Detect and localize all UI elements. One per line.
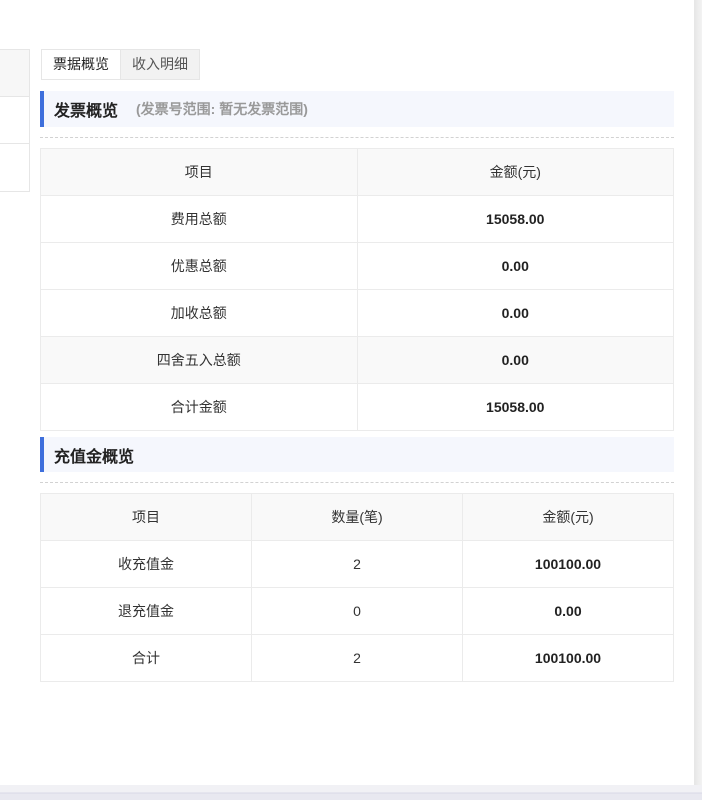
cell-item: 费用总额 [40,195,358,243]
cell-amount: 0.00 [356,289,674,337]
section-divider [40,137,674,138]
header-item: 项目 [40,148,358,196]
left-list-item[interactable] [0,144,29,191]
cell-count: 0 [251,587,463,635]
cell-item: 加收总额 [40,289,358,337]
cell-item: 合计 [40,634,252,682]
left-list-panel [0,49,30,192]
window-bottom-bar [0,785,702,800]
left-list-item[interactable] [0,97,29,144]
table-row: 优惠总额 0.00 [40,242,674,290]
section-divider [40,482,674,483]
table-row: 合计 2 100100.00 [40,634,674,682]
main-content: 发票概览 (发票号范围: 暂无发票范围) 项目 金额(元) 费用总额 15058… [40,91,674,682]
invoice-section-title: 发票概览 [54,103,119,120]
table-header-row: 项目 数量(笔) 金额(元) [40,493,674,541]
cell-amount: 0.00 [356,336,674,384]
cell-item: 合计金额 [40,383,358,431]
cell-amount: 100100.00 [462,540,674,588]
cell-item: 退充值金 [40,587,252,635]
cell-item: 收充值金 [40,540,252,588]
left-list-item[interactable] [0,50,29,97]
cell-amount: 0.00 [356,242,674,290]
table-header-row: 项目 金额(元) [40,148,674,196]
table-row: 费用总额 15058.00 [40,195,674,243]
invoice-section-header: 发票概览 (发票号范围: 暂无发票范围) [40,91,674,127]
header-count: 数量(笔) [251,493,463,541]
header-item: 项目 [40,493,252,541]
cell-amount: 100100.00 [462,634,674,682]
tab-invoice-overview[interactable]: 票据概览 [42,50,121,79]
cell-count: 2 [251,634,463,682]
cell-item: 优惠总额 [40,242,358,290]
cell-count: 2 [251,540,463,588]
table-row: 四舍五入总额 0.00 [40,336,674,384]
table-row: 收充值金 2 100100.00 [40,540,674,588]
cell-amount: 15058.00 [356,383,674,431]
table-row: 加收总额 0.00 [40,289,674,337]
cell-item: 四舍五入总额 [40,336,358,384]
cell-amount: 15058.00 [356,195,674,243]
table-row: 合计金额 15058.00 [40,383,674,431]
recharge-section-title: 充值金概览 [54,448,135,466]
recharge-section-header: 充值金概览 [40,437,674,472]
recharge-table: 项目 数量(笔) 金额(元) 收充值金 2 100100.00 退充值金 0 0… [40,493,674,682]
header-amount: 金额(元) [356,148,674,196]
tab-bar: 票据概览 收入明细 [41,49,200,80]
cell-amount: 0.00 [462,587,674,635]
window-right-edge [694,0,702,785]
header-amount: 金额(元) [462,493,674,541]
invoice-range-subtitle: (发票号范围: 暂无发票范围) [136,101,308,117]
table-row: 退充值金 0 0.00 [40,587,674,635]
tab-income-details[interactable]: 收入明细 [121,50,199,79]
invoice-table: 项目 金额(元) 费用总额 15058.00 优惠总额 0.00 加收总额 0.… [40,148,674,431]
